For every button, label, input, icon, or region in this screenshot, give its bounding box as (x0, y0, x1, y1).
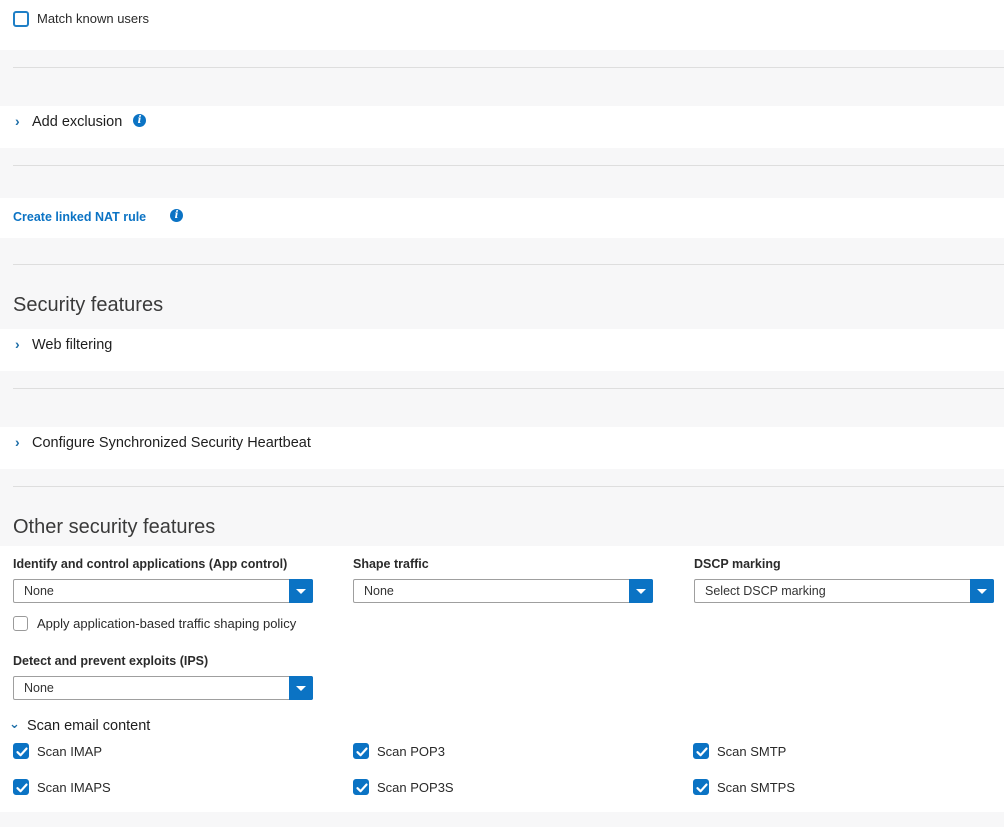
scan-smtp-label: Scan SMTP (717, 744, 787, 759)
dropdown-arrow-icon[interactable] (629, 579, 653, 603)
security-features-heading: Security features (13, 294, 164, 316)
create-linked-nat-rule[interactable]: Create linked NAT rule i (13, 209, 193, 227)
scan-smtps-option[interactable]: Scan SMTPS (693, 779, 813, 797)
divider (13, 388, 1004, 389)
scan-imaps-option[interactable]: Scan IMAPS (13, 779, 133, 797)
divider (13, 67, 1004, 68)
heartbeat-toggle[interactable]: › Configure Synchronized Security Heartb… (13, 433, 343, 453)
dscp-marking-label: DSCP marking (694, 557, 781, 571)
divider (13, 165, 1004, 166)
scan-smtp-option[interactable]: Scan SMTP (693, 743, 813, 761)
scan-email-label: Scan email content (27, 718, 151, 734)
apply-shaping-option[interactable]: Apply application-based traffic shaping … (13, 616, 323, 632)
divider (13, 486, 1004, 487)
dscp-marking-value: Select DSCP marking (705, 584, 826, 598)
scan-pop3-option[interactable]: Scan POP3 (353, 743, 473, 761)
scan-pop3s-checkbox[interactable] (353, 779, 369, 795)
app-control-select[interactable]: None (13, 579, 313, 603)
ips-value: None (24, 681, 54, 695)
match-known-users-option[interactable]: Match known users (13, 11, 213, 27)
create-linked-nat-rule-link[interactable]: Create linked NAT rule (13, 210, 146, 224)
dropdown-arrow-icon[interactable] (970, 579, 994, 603)
chevron-right-icon: › (15, 113, 20, 129)
ips-label: Detect and prevent exploits (IPS) (13, 654, 209, 668)
checkmark-icon (696, 783, 708, 793)
scan-imap-option[interactable]: Scan IMAP (13, 743, 133, 761)
web-filtering-label: Web filtering (32, 337, 113, 353)
ips-select[interactable]: None (13, 676, 313, 700)
scan-pop3-checkbox[interactable] (353, 743, 369, 759)
chevron-down-icon: ⌄ (9, 716, 20, 731)
scan-pop3s-label: Scan POP3S (377, 780, 454, 795)
dropdown-arrow-icon[interactable] (289, 676, 313, 700)
apply-shaping-label: Apply application-based traffic shaping … (37, 616, 297, 631)
scan-imaps-checkbox[interactable] (13, 779, 29, 795)
chevron-right-icon: › (15, 434, 20, 450)
web-filtering-toggle[interactable]: › Web filtering (13, 335, 153, 355)
apply-shaping-checkbox[interactable] (13, 616, 28, 631)
scan-email-toggle[interactable]: ⌄ Scan email content (9, 716, 169, 736)
add-exclusion-toggle[interactable]: › Add exclusion i (13, 112, 163, 132)
heartbeat-label: Configure Synchronized Security Heartbea… (32, 435, 311, 451)
info-icon[interactable]: i (170, 209, 183, 222)
checkmark-icon (356, 747, 368, 757)
scan-imaps-label: Scan IMAPS (37, 780, 111, 795)
scan-smtps-checkbox[interactable] (693, 779, 709, 795)
scan-pop3-label: Scan POP3 (377, 744, 445, 759)
match-known-users-checkbox[interactable] (13, 11, 29, 27)
other-security-features-heading: Other security features (13, 516, 216, 538)
dropdown-arrow-icon[interactable] (289, 579, 313, 603)
scan-imap-label: Scan IMAP (37, 744, 103, 759)
scan-smtp-checkbox[interactable] (693, 743, 709, 759)
scan-smtps-label: Scan SMTPS (717, 780, 796, 795)
checkmark-icon (16, 783, 28, 793)
scan-pop3s-option[interactable]: Scan POP3S (353, 779, 473, 797)
divider (13, 264, 1004, 265)
shape-traffic-label: Shape traffic (353, 557, 429, 571)
checkmark-icon (696, 747, 708, 757)
info-icon[interactable]: i (133, 114, 146, 127)
scan-imap-checkbox[interactable] (13, 743, 29, 759)
match-known-users-label: Match known users (37, 11, 149, 26)
shape-traffic-select[interactable]: None (353, 579, 653, 603)
add-exclusion-label: Add exclusion (32, 114, 123, 130)
chevron-right-icon: › (15, 336, 20, 352)
checkmark-icon (16, 747, 28, 757)
checkmark-icon (356, 783, 368, 793)
app-control-label: Identify and control applications (App c… (13, 557, 288, 571)
shape-traffic-value: None (364, 584, 394, 598)
app-control-value: None (24, 584, 54, 598)
dscp-marking-select[interactable]: Select DSCP marking (694, 579, 994, 603)
